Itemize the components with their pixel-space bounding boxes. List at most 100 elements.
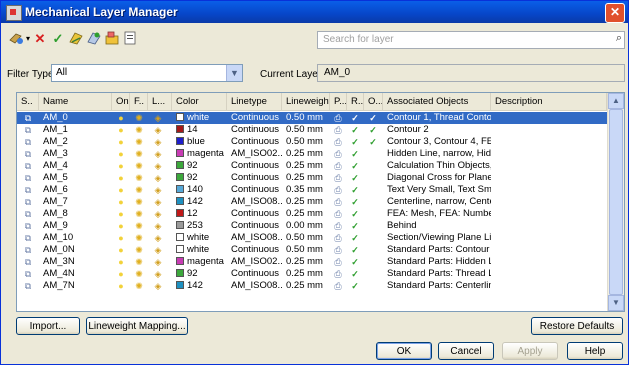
lineweight-mapping-button[interactable]: Lineweight Mapping...: [86, 317, 188, 335]
lock-icon[interactable]: ◈: [153, 233, 163, 243]
set-current-icon[interactable]: ✓: [49, 30, 67, 48]
on-bulb-icon[interactable]: ●: [116, 269, 126, 279]
reference-check-icon[interactable]: ✓: [350, 221, 360, 231]
table-row[interactable]: ⧉ AM_1 ● ✺ ◈ 14 Continuous 0.50 mm ⎙ ✓ ✓ Contour 2: [17, 124, 607, 136]
reference-check-icon[interactable]: ✓: [350, 113, 360, 123]
layer-linetype[interactable]: Continuous: [231, 244, 283, 256]
on-bulb-icon[interactable]: ●: [116, 125, 126, 135]
layer-walk-icon[interactable]: [103, 30, 121, 48]
layer-name[interactable]: AM_4: [43, 160, 111, 172]
on-bulb-icon[interactable]: ●: [116, 173, 126, 183]
layer-color[interactable]: 142: [176, 196, 228, 208]
associated-objects[interactable]: FEA: Mesh, FEA: Numbers...: [387, 208, 491, 220]
layer-lineweight[interactable]: 0.50 mm: [286, 136, 331, 148]
freeze-sun-icon[interactable]: ✺: [134, 257, 144, 267]
table-row[interactable]: ⧉ AM_8 ● ✺ ◈ 12 Continuous 0.25 mm ⎙ ✓ FEA: Mesh, …: [17, 208, 607, 220]
on-bulb-icon[interactable]: ●: [116, 257, 126, 267]
associated-objects[interactable]: Hidden Line, narrow, Hidd...: [387, 148, 491, 160]
column-header[interactable]: Name: [39, 93, 112, 110]
layer-color[interactable]: 92: [176, 172, 228, 184]
freeze-sun-icon[interactable]: ✺: [134, 185, 144, 195]
reference-check-icon[interactable]: ✓: [350, 185, 360, 195]
plot-icon[interactable]: ⎙: [333, 257, 343, 267]
layer-linetype[interactable]: Continuous: [231, 172, 283, 184]
layer-color[interactable]: white: [176, 244, 228, 256]
layer-lineweight[interactable]: 0.25 mm: [286, 268, 331, 280]
isolate-layer-icon[interactable]: [85, 30, 103, 48]
lock-icon[interactable]: ◈: [153, 257, 163, 267]
plot-icon[interactable]: ⎙: [333, 161, 343, 171]
lock-icon[interactable]: ◈: [153, 149, 163, 159]
layer-table[interactable]: S.. Name On F.. L... Color Linetype Lineweight P…: [16, 92, 625, 312]
layer-color[interactable]: 142: [176, 280, 228, 292]
search-input[interactable]: Search for layer ⌕: [317, 31, 625, 49]
associated-objects[interactable]: Calculation Thin Objects, ...: [387, 160, 491, 172]
on-bulb-icon[interactable]: ●: [116, 161, 126, 171]
lock-icon[interactable]: ◈: [153, 113, 163, 123]
plot-icon[interactable]: ⎙: [333, 281, 343, 291]
reference-check-icon[interactable]: ✓: [350, 233, 360, 243]
object-check-icon[interactable]: ✓: [368, 137, 378, 147]
freeze-sun-icon[interactable]: ✺: [134, 149, 144, 159]
delete-layer-icon[interactable]: ✕: [31, 30, 49, 48]
table-row[interactable]: ⧉ AM_9 ● ✺ ◈ 253 Continuous 0.00 mm ⎙ ✓ Behind: [17, 220, 607, 232]
associated-objects[interactable]: Text Very Small, Text Smal...: [387, 184, 491, 196]
layer-lineweight[interactable]: 0.25 mm: [286, 208, 331, 220]
layer-lineweight[interactable]: 0.25 mm: [286, 148, 331, 160]
reference-check-icon[interactable]: ✓: [350, 197, 360, 207]
column-header[interactable]: Lineweight: [282, 93, 330, 110]
layer-lineweight[interactable]: 0.25 mm: [286, 280, 331, 292]
freeze-sun-icon[interactable]: ✺: [134, 269, 144, 279]
reference-check-icon[interactable]: ✓: [350, 209, 360, 219]
plot-icon[interactable]: ⎙: [333, 233, 343, 243]
table-row[interactable]: ⧉ AM_4N ● ✺ ◈ 92 Continuous 0.25 mm ⎙ ✓ Standard P…: [17, 268, 607, 280]
reference-check-icon[interactable]: ✓: [350, 281, 360, 291]
plot-icon[interactable]: ⎙: [333, 113, 343, 123]
associated-objects[interactable]: Standard Parts: Thread Line: [387, 268, 491, 280]
plot-icon[interactable]: ⎙: [333, 197, 343, 207]
lock-icon[interactable]: ◈: [153, 221, 163, 231]
plot-icon[interactable]: ⎙: [333, 209, 343, 219]
layer-linetype[interactable]: AM_ISO08...: [231, 280, 283, 292]
table-row[interactable]: ⧉ AM_0 ● ✺ ◈ white Continuous 0.50 mm ⎙ ✓ ✓ Contour…: [17, 112, 607, 124]
freeze-sun-icon[interactable]: ✺: [134, 209, 144, 219]
reference-check-icon[interactable]: ✓: [350, 161, 360, 171]
layer-lineweight[interactable]: 0.25 mm: [286, 196, 331, 208]
layer-color[interactable]: 14: [176, 124, 228, 136]
lock-icon[interactable]: ◈: [153, 173, 163, 183]
lock-icon[interactable]: ◈: [153, 161, 163, 171]
freeze-sun-icon[interactable]: ✺: [134, 221, 144, 231]
filter-type-select[interactable]: All ▼: [51, 64, 243, 82]
object-check-icon[interactable]: ✓: [368, 125, 378, 135]
associated-objects[interactable]: Standard Parts: Contour 1...: [387, 244, 491, 256]
on-bulb-icon[interactable]: ●: [116, 209, 126, 219]
reference-check-icon[interactable]: ✓: [350, 137, 360, 147]
on-bulb-icon[interactable]: ●: [116, 137, 126, 147]
on-bulb-icon[interactable]: ●: [116, 245, 126, 255]
layer-color[interactable]: 140: [176, 184, 228, 196]
layer-color[interactable]: 12: [176, 208, 228, 220]
column-header[interactable]: S..: [17, 93, 39, 110]
layer-name[interactable]: AM_1: [43, 124, 111, 136]
layer-name[interactable]: AM_8: [43, 208, 111, 220]
lock-icon[interactable]: ◈: [153, 137, 163, 147]
column-header[interactable]: P...: [330, 93, 347, 110]
cancel-button[interactable]: Cancel: [438, 342, 494, 360]
layer-linetype[interactable]: AM_ISO02...: [231, 148, 283, 160]
layer-linetype[interactable]: Continuous: [231, 184, 283, 196]
plot-icon[interactable]: ⎙: [333, 173, 343, 183]
on-bulb-icon[interactable]: ●: [116, 185, 126, 195]
plot-icon[interactable]: ⎙: [333, 221, 343, 231]
layer-linetype[interactable]: Continuous: [231, 208, 283, 220]
on-bulb-icon[interactable]: ●: [116, 221, 126, 231]
column-header[interactable]: Color: [172, 93, 227, 110]
layer-lineweight[interactable]: 0.25 mm: [286, 160, 331, 172]
layer-color[interactable]: white: [176, 112, 228, 124]
column-header[interactable]: Description: [491, 93, 607, 110]
reference-check-icon[interactable]: ✓: [350, 149, 360, 159]
layer-states-icon[interactable]: [67, 30, 85, 48]
table-row[interactable]: ⧉ AM_7 ● ✺ ◈ 142 AM_ISO08... 0.25 mm ⎙ ✓ Centerlin…: [17, 196, 607, 208]
layer-lineweight[interactable]: 0.50 mm: [286, 244, 331, 256]
plot-icon[interactable]: ⎙: [333, 125, 343, 135]
plot-icon[interactable]: ⎙: [333, 245, 343, 255]
